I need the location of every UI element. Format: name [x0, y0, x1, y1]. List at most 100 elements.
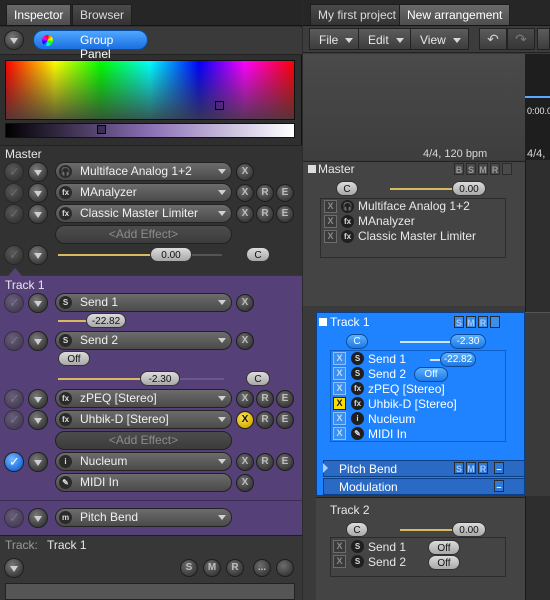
track1-instrument-slot[interactable]: i Nucleum [55, 452, 232, 471]
arr-track1-vol-slider[interactable] [400, 341, 450, 343]
arr-track2-vol-slider[interactable] [400, 529, 455, 531]
arr-track1-collapse[interactable] [319, 318, 327, 326]
file-menu[interactable]: File [309, 28, 362, 50]
arr-track1-inst-x[interactable]: X [333, 412, 346, 425]
arr-track1-send2-value[interactable]: Off [414, 367, 448, 382]
master-fx2-enable[interactable] [4, 183, 24, 203]
track1-volume-slider[interactable] [58, 378, 153, 380]
arr-track1-r[interactable]: R [478, 316, 488, 328]
bottom-mute-button[interactable]: M [203, 559, 221, 577]
master-fx3-slot[interactable]: fx Classic Master Limiter [55, 204, 232, 223]
group-panel-button[interactable]: Group Panel [33, 30, 148, 61]
arr-track2-send1-value[interactable]: Off [428, 540, 460, 555]
master-add-effect[interactable]: <Add Effect> [55, 225, 232, 244]
arr-track1-midi-x[interactable]: X [333, 427, 346, 440]
arr-track1-lock[interactable] [490, 316, 500, 328]
bottom-stop-icon[interactable] [276, 559, 294, 577]
arr-master-vol-slider[interactable] [390, 188, 455, 190]
track1-fx1-edit[interactable]: E [276, 390, 294, 408]
arr-master-lock[interactable] [502, 163, 512, 175]
lane1-r[interactable]: R [478, 462, 488, 474]
track1-fx1-read[interactable]: R [256, 390, 274, 408]
track1-send1[interactable]: S Send 1 [55, 293, 232, 312]
arr-track1-s[interactable]: S [454, 316, 464, 328]
redo-button[interactable]: ↷ [507, 28, 535, 50]
arr-track2-send2-x[interactable]: X [333, 555, 346, 568]
spectrum-marker[interactable] [215, 101, 224, 110]
track1-send1-menu[interactable] [28, 293, 48, 313]
master-fx3-enable[interactable] [4, 204, 24, 224]
arr-track1-fx1-x[interactable]: X [333, 382, 346, 395]
master-volume-value[interactable]: 0.00 [150, 247, 192, 262]
view-menu[interactable]: View [410, 28, 469, 50]
master-fx1-slot[interactable]: 🎧 Multiface Analog 1+2 [55, 162, 232, 181]
track1-controller-enable[interactable] [4, 508, 24, 528]
brightness-bar[interactable] [5, 123, 295, 138]
master-mute-toggle[interactable] [4, 245, 24, 265]
track1-send1-value[interactable]: -22.82 [86, 313, 126, 328]
track1-volume-value[interactable]: -2.30 [140, 371, 180, 386]
master-fx1-remove[interactable]: X [236, 163, 254, 181]
brightness-marker[interactable] [97, 125, 106, 134]
arr-track2-volume[interactable]: 0.00 [452, 522, 486, 537]
track1-fx2-remove[interactable]: X [236, 411, 254, 429]
arr-master-fx1-x[interactable]: X [324, 200, 337, 213]
track1-fx2-menu[interactable] [28, 410, 48, 430]
arr-master-r[interactable]: R [490, 163, 500, 175]
master-fx2-remove[interactable]: X [236, 184, 254, 202]
track1-send2[interactable]: S Send 2 [55, 331, 232, 350]
track1-instrument-menu[interactable] [28, 452, 48, 472]
color-spectrum[interactable] [5, 60, 295, 120]
lane2-collapse[interactable]: – [494, 480, 504, 492]
arr-master-fx2-x[interactable]: X [324, 215, 337, 228]
master-fx1-menu[interactable] [28, 162, 48, 182]
lane1-collapse[interactable]: – [494, 462, 504, 474]
master-fx2-read[interactable]: R [256, 184, 274, 202]
master-fx3-edit[interactable]: E [276, 205, 294, 223]
arr-master-b[interactable]: B [454, 163, 464, 175]
master-fx3-read[interactable]: R [256, 205, 274, 223]
track1-instrument-remove[interactable]: X [236, 453, 254, 471]
track1-fx2-edit[interactable]: E [276, 411, 294, 429]
track1-pan-value[interactable]: C [246, 371, 270, 386]
track1-controller-menu[interactable] [28, 508, 48, 528]
bottom-record-button[interactable]: R [226, 559, 244, 577]
master-volume-menu[interactable] [28, 245, 48, 265]
track1-instrument-read[interactable]: R [256, 453, 274, 471]
arr-track1-send1-value[interactable]: -22.82 [440, 352, 476, 367]
arr-track2-send2-value[interactable]: Off [428, 555, 460, 570]
arr-track1-send1-x[interactable]: X [333, 352, 346, 365]
track1-fx2-read[interactable]: R [256, 411, 274, 429]
arr-track2-send1-x[interactable]: X [333, 540, 346, 553]
arr-master-m[interactable]: M [478, 163, 488, 175]
track1-send1-enable[interactable] [4, 293, 24, 313]
track1-instrument-edit[interactable]: E [276, 453, 294, 471]
bottom-field[interactable] [5, 583, 295, 600]
bottom-menu-button[interactable] [4, 558, 24, 578]
track1-fx1-slot[interactable]: fx zPEQ [Stereo] [55, 389, 232, 408]
timeline-track1-clip[interactable] [525, 312, 550, 496]
arr-master-fx3-x[interactable]: X [324, 230, 337, 243]
edit-menu[interactable]: Edit [358, 28, 412, 50]
master-volume-slider[interactable] [58, 254, 158, 256]
undo-button[interactable]: ↶ [479, 28, 507, 50]
track1-instrument-enable[interactable] [4, 452, 24, 472]
track1-send2-menu[interactable] [28, 331, 48, 351]
arr-track1-volume[interactable]: -2.30 [450, 334, 486, 349]
master-fx2-menu[interactable] [28, 183, 48, 203]
toolbar-overflow[interactable] [537, 28, 550, 50]
tab-new-arrangement[interactable]: New arrangement [399, 4, 511, 25]
lane1-s[interactable]: S [454, 462, 464, 474]
master-fx2-slot[interactable]: fx MAnalyzer [55, 183, 232, 202]
master-fx2-edit[interactable]: E [276, 184, 294, 202]
track1-send2-remove[interactable]: X [236, 332, 254, 350]
track1-send2-value[interactable]: Off [58, 351, 90, 366]
track1-send1-remove[interactable]: X [236, 294, 254, 312]
inspector-menu-button[interactable] [4, 30, 24, 50]
track1-fx1-enable[interactable] [4, 389, 24, 409]
track1-fx1-remove[interactable]: X [236, 390, 254, 408]
arr-track1-fx2-x[interactable]: X [333, 397, 346, 410]
track1-fx2-slot[interactable]: fx Uhbik-D [Stereo] [55, 410, 232, 429]
track1-send2-enable[interactable] [4, 331, 24, 351]
arr-master-collapse[interactable] [308, 165, 316, 173]
